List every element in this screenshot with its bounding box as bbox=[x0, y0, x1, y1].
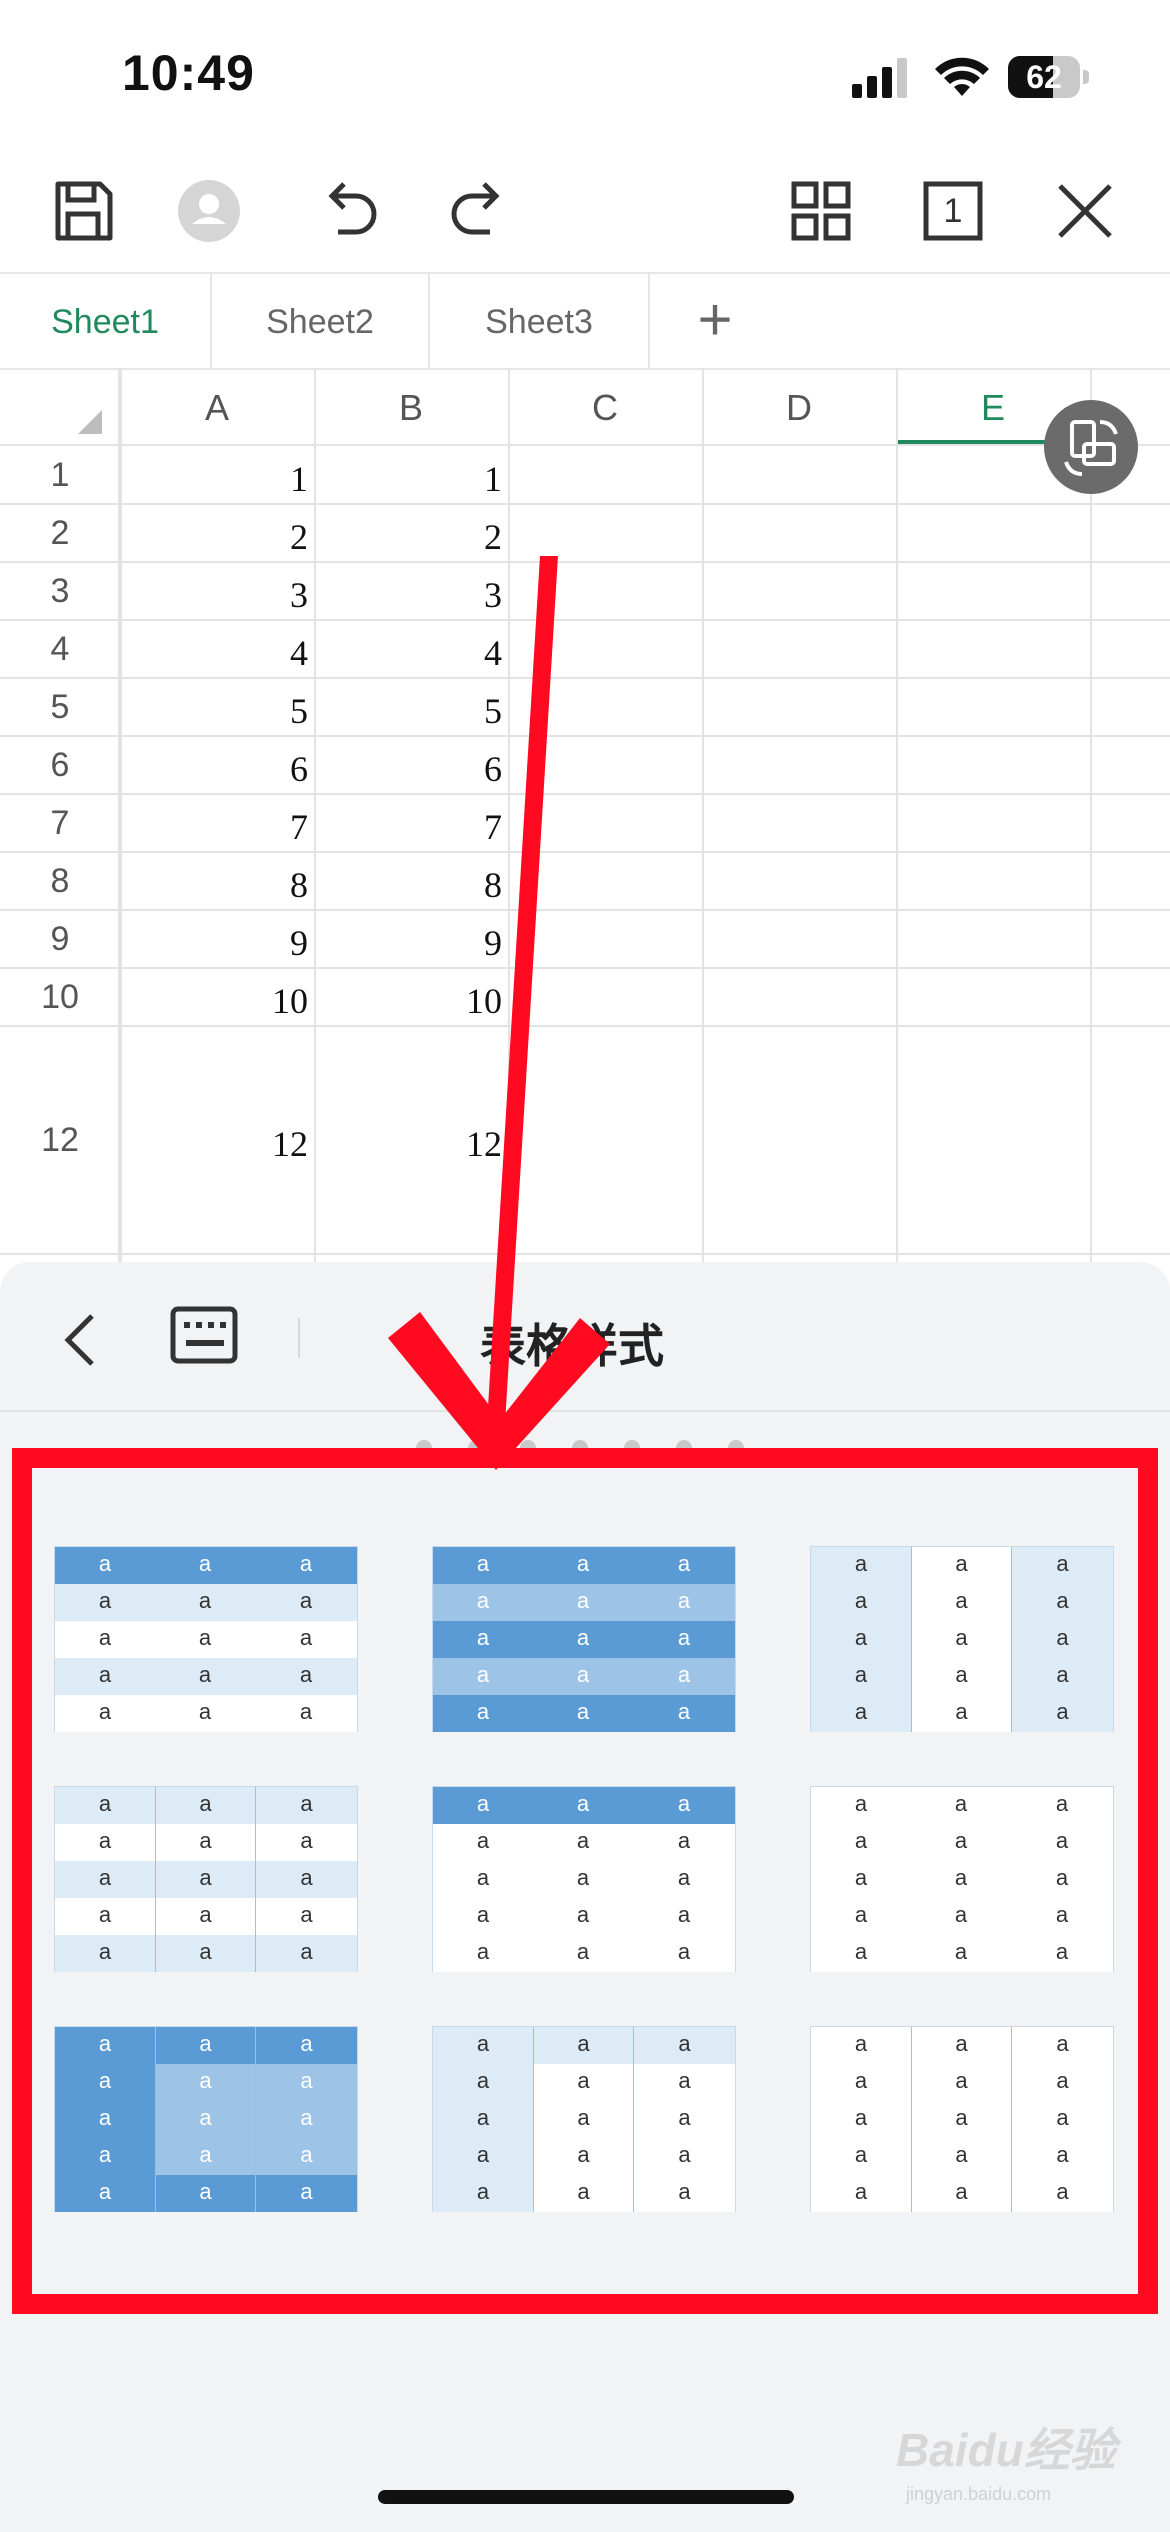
panel-title: 表格样式 bbox=[480, 1320, 664, 1372]
panel-header: 表格样式 bbox=[0, 1262, 1170, 1412]
watermark-url: jingyan.baidu.com bbox=[906, 2484, 1052, 2504]
back-arrow-icon[interactable] bbox=[56, 1310, 106, 1370]
header-separator bbox=[298, 1318, 300, 1358]
watermark: Baidu经验 bbox=[896, 2424, 1116, 2476]
highlight-box bbox=[12, 1448, 1158, 2314]
keyboard-icon[interactable] bbox=[170, 1306, 238, 1364]
home-indicator[interactable] bbox=[378, 2490, 794, 2504]
table-style-options: aaaaaaaaaaaaaaaaaaaaaaaaaaaaaaaaaaaaaaaa… bbox=[0, 0, 1170, 2212]
